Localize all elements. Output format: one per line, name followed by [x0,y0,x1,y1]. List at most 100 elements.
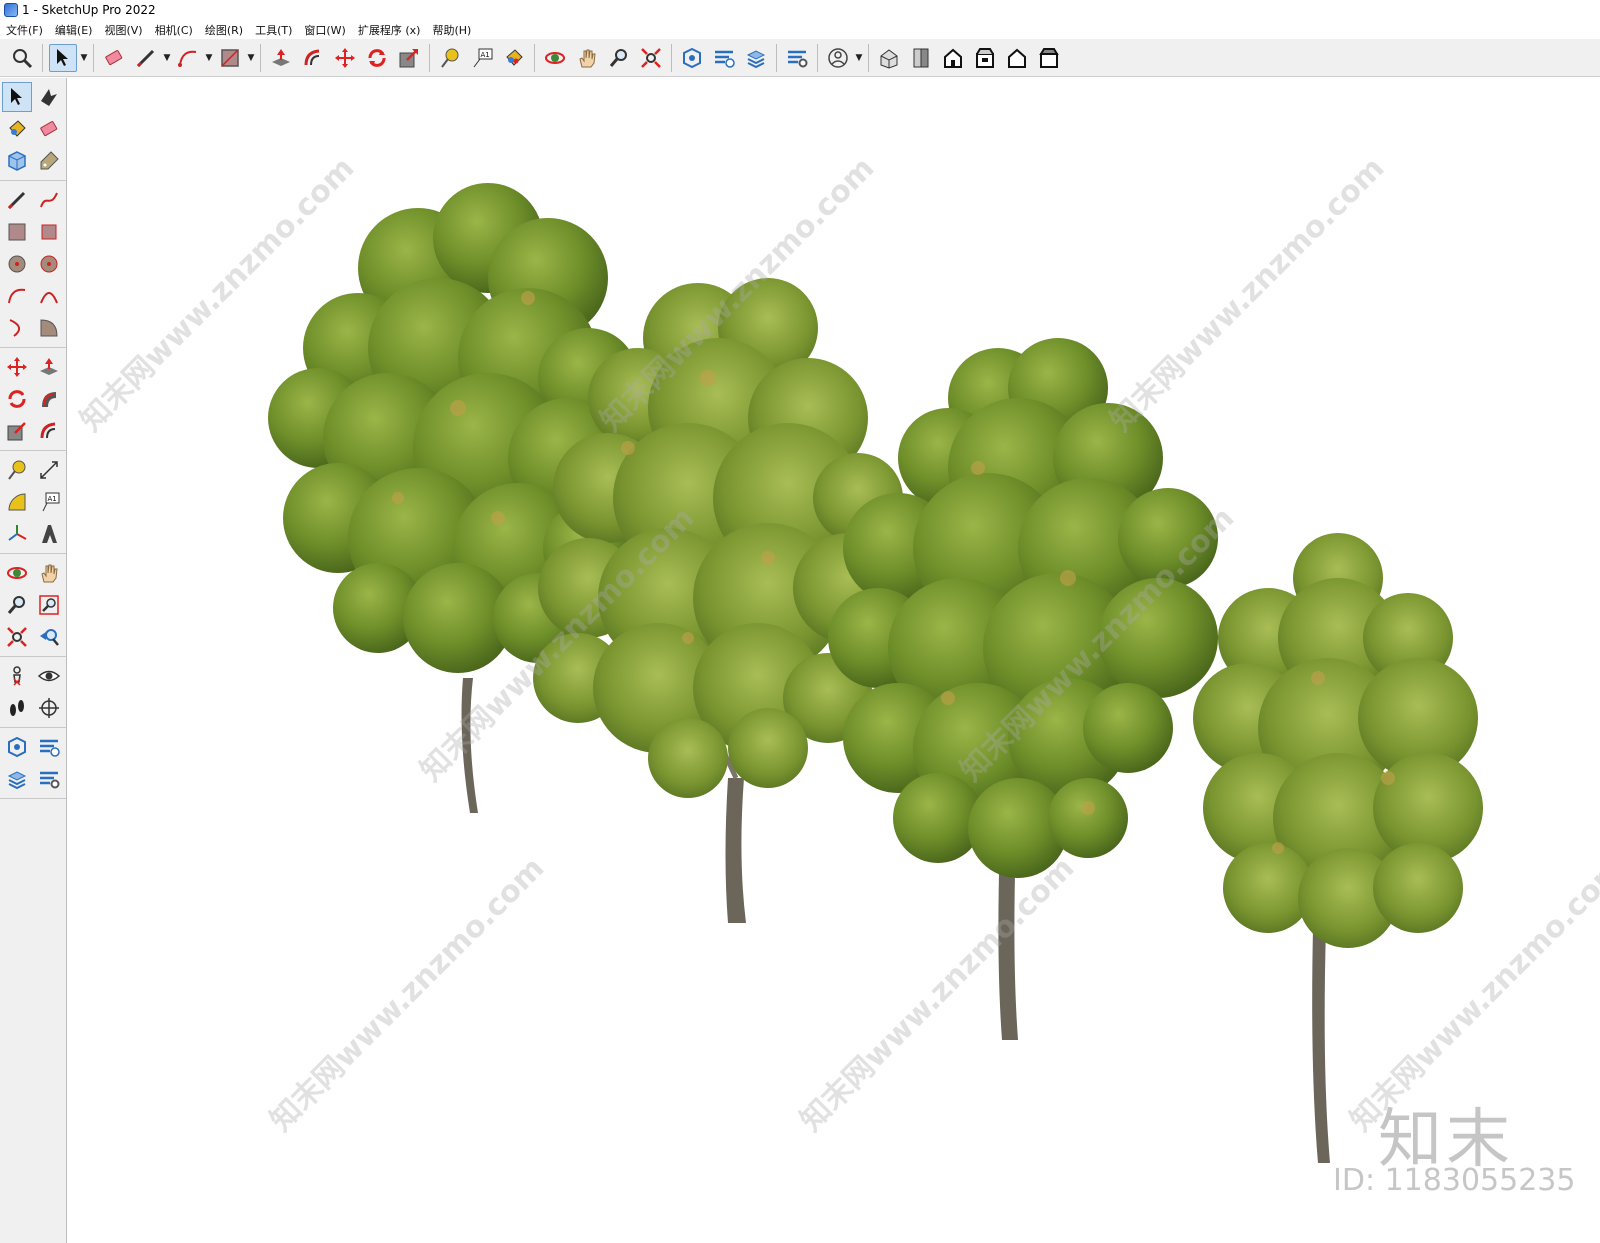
scale-small-icon[interactable] [2,416,32,446]
zoom-glass-icon[interactable] [605,44,633,72]
circle-icon[interactable] [2,249,32,279]
arc-icon[interactable] [174,44,202,72]
zoom-window-icon[interactable] [34,590,64,620]
protractor-icon[interactable] [2,487,32,517]
pan-hand-icon[interactable] [573,44,601,72]
eraser-small-icon[interactable] [34,114,64,144]
view-front-icon[interactable] [939,44,967,72]
text-label-icon[interactable]: A1 [468,44,496,72]
3d-warehouse-icon[interactable] [678,44,706,72]
dimension-icon[interactable] [34,455,64,485]
main-toolbar: ▼ ▼ ▼ ▼ A1 ▼ [0,39,1600,77]
polygon-icon[interactable] [34,249,64,279]
zoom-tool-icon[interactable] [2,590,32,620]
view-back-icon[interactable] [1003,44,1031,72]
push-pull-small-icon[interactable] [34,352,64,382]
rotate-icon[interactable] [363,44,391,72]
walk-icon[interactable] [2,693,32,723]
move-icon[interactable] [331,44,359,72]
paint-icon[interactable] [2,114,32,144]
orbit-tool-icon[interactable] [2,558,32,588]
layout-small-icon[interactable] [2,764,32,794]
follow-me-icon[interactable] [34,384,64,414]
svg-text:A1: A1 [481,51,490,59]
layout-send-icon[interactable] [742,44,770,72]
select-dropdown-icon[interactable]: ▼ [79,44,89,72]
sketchup-logo-icon [4,3,18,17]
account-dropdown-icon[interactable]: ▼ [854,44,864,72]
menu-edit[interactable]: 编辑(E) [49,22,99,38]
offset-small-icon[interactable] [34,416,64,446]
move-small-icon[interactable] [2,352,32,382]
arc-small-icon[interactable] [2,281,32,311]
title-bar: 1 - SketchUp Pro 2022 [0,0,1600,20]
rotate-small-icon[interactable] [2,384,32,414]
freehand-icon[interactable] [34,185,64,215]
offset-icon[interactable] [299,44,327,72]
menu-tools[interactable]: 工具(T) [249,22,298,38]
section-plane-icon[interactable] [34,693,64,723]
view-right-icon[interactable] [971,44,999,72]
look-around-icon[interactable] [34,661,64,691]
menu-help[interactable]: 帮助(H) [426,22,477,38]
arc-dropdown-icon[interactable]: ▼ [204,44,214,72]
push-pull-icon[interactable] [267,44,295,72]
model-viewport[interactable]: 知末网www.znzmo.com 知末网www.znzmo.com 知末网www… [68,78,1600,1243]
paint-bucket-icon[interactable] [500,44,528,72]
rectangle-small-icon[interactable] [2,217,32,247]
window-title: 1 - SketchUp Pro 2022 [22,3,156,17]
select-arrow-icon[interactable] [49,43,77,72]
menu-file[interactable]: 文件(F) [0,22,49,38]
text-icon[interactable]: A1 [34,487,64,517]
axes-icon[interactable] [2,519,32,549]
zoom-extents-icon[interactable] [637,44,665,72]
menu-extensions[interactable]: 扩展程序 (x) [352,22,427,38]
extension-warehouse-small-icon[interactable] [34,732,64,762]
menu-window[interactable]: 窗口(W) [298,22,351,38]
menu-camera[interactable]: 相机(C) [149,22,199,38]
rectangle-icon[interactable] [216,44,244,72]
pencil-dropdown-icon[interactable]: ▼ [162,44,172,72]
zoom-extents-small-icon[interactable] [2,622,32,652]
previous-view-icon[interactable] [34,622,64,652]
menu-bar: 文件(F) 编辑(E) 视图(V) 相机(C) 绘图(R) 工具(T) 窗口(W… [0,20,1600,39]
select-icon[interactable] [2,82,32,112]
pie-icon[interactable] [34,313,64,343]
tool-group-construction: A1 [0,451,66,554]
view-iso-icon[interactable] [875,44,903,72]
svg-text:A1: A1 [48,495,57,503]
pan-tool-icon[interactable] [34,558,64,588]
rectangle-dropdown-icon[interactable]: ▼ [246,44,256,72]
three-point-arc-icon[interactable] [2,313,32,343]
tape-measure-icon[interactable] [436,44,464,72]
scale-icon[interactable] [395,44,423,72]
menu-draw[interactable]: 绘图(R) [199,22,249,38]
line-icon[interactable] [2,185,32,215]
user-account-icon[interactable] [824,44,852,72]
orbit-icon[interactable] [541,44,569,72]
component-icon[interactable] [2,146,32,176]
view-left-icon[interactable] [1035,44,1063,72]
extension-manager-icon[interactable] [783,44,811,72]
extension-warehouse-icon[interactable] [710,44,738,72]
orbit-small-icon[interactable] [34,82,64,112]
tag-icon[interactable] [34,146,64,176]
menu-view[interactable]: 视图(V) [98,22,148,38]
pencil-line-icon[interactable] [132,44,160,72]
warehouse-small-icon[interactable] [2,732,32,762]
tool-group-walkthrough [0,657,66,728]
3d-text-icon[interactable] [34,519,64,549]
eraser-icon[interactable] [100,44,128,72]
position-camera-icon[interactable] [2,661,32,691]
tool-group-camera [0,554,66,657]
left-toolbar: A1 [0,78,67,1243]
zoom-icon[interactable] [8,44,36,72]
tape-small-icon[interactable] [2,455,32,485]
tool-group-draw [0,181,66,348]
two-point-arc-icon[interactable] [34,281,64,311]
rotated-rectangle-icon[interactable] [34,217,64,247]
view-top-icon[interactable] [907,44,935,72]
extension-manager-small-icon[interactable] [34,764,64,794]
tool-group-edit [0,348,66,451]
watermark-id: ID: 1183055235 [1333,1163,1576,1198]
